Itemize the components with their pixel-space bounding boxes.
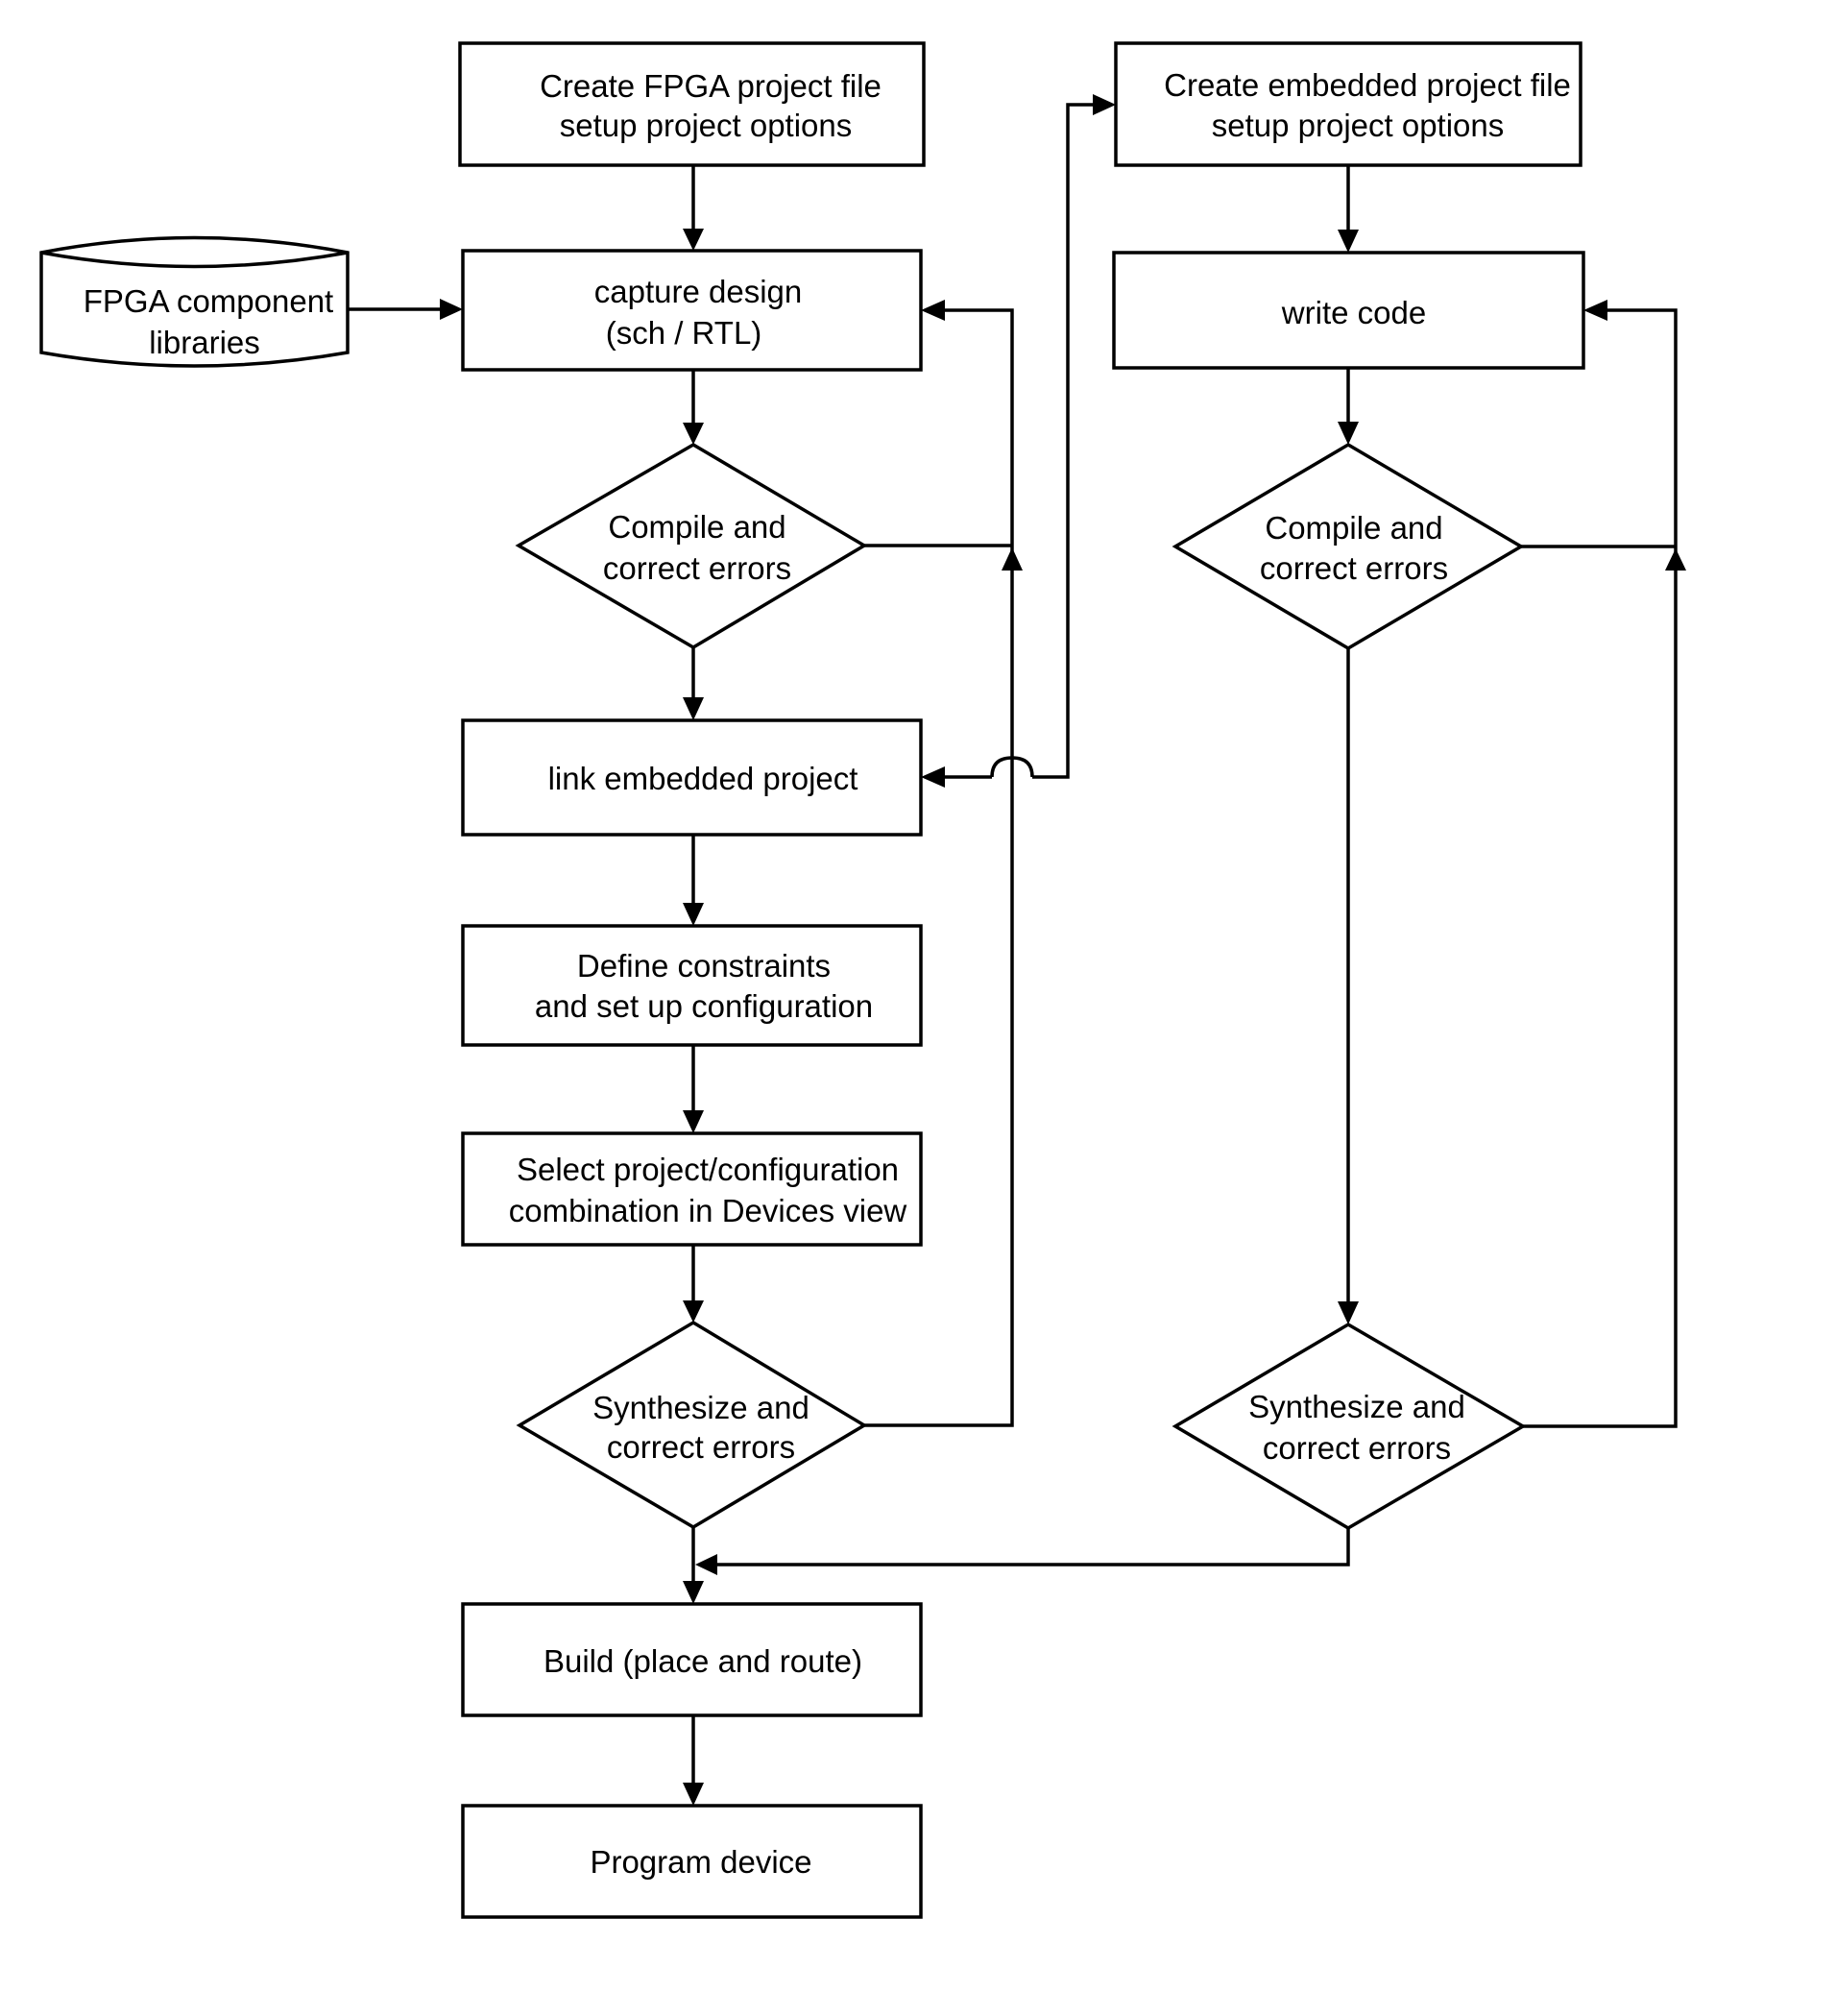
process-box (461, 249, 923, 372)
connector (864, 308, 1014, 1427)
arrowhead-down-icon (683, 1581, 704, 1604)
node-create-embedded-project: Create embedded project file setup proje… (1114, 41, 1582, 167)
node-label-line: Synthesize and (1248, 1389, 1465, 1424)
node-compile-embedded: Compile and correct errors (1172, 442, 1525, 651)
node-label-line: link embedded project (548, 761, 858, 796)
arrowhead-right-icon (1093, 94, 1116, 115)
connector (1032, 103, 1095, 779)
decision-diamond (515, 442, 868, 650)
arrowhead-right-icon (440, 299, 463, 320)
node-label-line: combination in Devices view (509, 1193, 907, 1228)
node-label-line: correct errors (603, 550, 791, 586)
node-label-line: Program device (590, 1844, 811, 1880)
node-label-line: correct errors (1260, 550, 1448, 586)
arrowhead-left-icon (921, 300, 945, 321)
arrowhead-left-icon (921, 766, 945, 788)
arrowhead-left-icon (695, 1554, 717, 1575)
node-label-line: correct errors (1263, 1430, 1451, 1466)
node-label-line: setup project options (560, 108, 853, 143)
arrowhead-down-icon (683, 1300, 704, 1323)
arrowhead-down-icon (1338, 230, 1359, 253)
node-define-constraints: Define constraints and set up configurat… (461, 924, 923, 1047)
node-fpga-component-libraries: FPGA component libraries (39, 235, 350, 368)
arrowhead-down-icon (683, 229, 704, 251)
node-label-line: FPGA component (84, 283, 333, 319)
node-capture-design: capture design (sch / RTL) (461, 249, 923, 372)
node-synthesize-embedded: Synthesize and correct errors (1172, 1322, 1527, 1531)
node-compile-fpga: Compile and correct errors (515, 442, 868, 650)
arrowhead-down-icon (1338, 422, 1359, 445)
connector (1523, 308, 1678, 1428)
node-label-line: Select project/configuration (517, 1152, 899, 1187)
node-label-line: Define constraints (577, 948, 831, 984)
arrowhead-down-icon (683, 1110, 704, 1133)
node-label-line: Create FPGA project file (540, 68, 882, 104)
node-label-line: Compile and (608, 509, 785, 545)
node-label-line: setup project options (1212, 108, 1505, 143)
process-box (458, 41, 926, 167)
arrowhead-down-icon (1338, 1301, 1359, 1324)
node-label-line: Synthesize and (592, 1390, 809, 1425)
node-label-line: Compile and (1265, 510, 1442, 546)
node-label-line: write code (1281, 295, 1426, 330)
node-link-embedded-project: link embedded project (461, 718, 923, 837)
node-build: Build (place and route) (461, 1602, 923, 1717)
process-box (1114, 41, 1582, 167)
decision-diamond (1172, 1322, 1527, 1531)
arrowhead-down-icon (683, 423, 704, 445)
connector (715, 1528, 1350, 1567)
node-create-fpga-project: Create FPGA project file setup project o… (458, 41, 926, 167)
node-program-device: Program device (461, 1804, 923, 1919)
node-label-line: and set up configuration (535, 988, 873, 1024)
node-label-line: (sch / RTL) (606, 315, 762, 351)
node-label-line: libraries (149, 325, 260, 360)
node-synthesize-fpga: Synthesize and correct errors (516, 1320, 868, 1530)
arrowhead-down-icon (683, 903, 704, 926)
decision-diamond (1172, 442, 1525, 651)
process-box (461, 924, 923, 1047)
node-label-line: Create embedded project file (1164, 67, 1571, 103)
fpga-flowchart: Create FPGA project file setup project o… (39, 41, 1686, 1919)
node-label-line: Build (place and route) (544, 1643, 862, 1679)
node-select-combination: Select project/configuration combination… (461, 1131, 923, 1247)
arrowhead-down-icon (683, 697, 704, 720)
node-write-code: write code (1112, 251, 1585, 370)
node-label-line: capture design (594, 274, 802, 309)
node-label-line: correct errors (607, 1429, 795, 1465)
arrowhead-down-icon (683, 1783, 704, 1806)
arrowhead-left-icon (1583, 300, 1607, 321)
